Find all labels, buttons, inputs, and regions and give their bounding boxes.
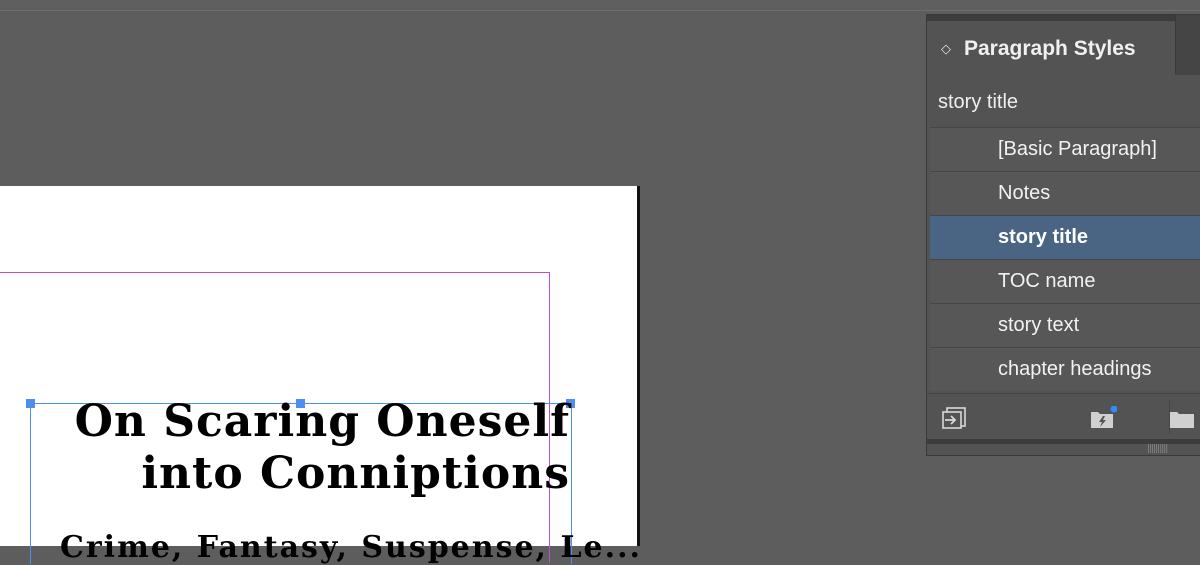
frame-handle-top-left[interactable] [26,399,35,408]
style-item-label: [Basic Paragraph] [998,138,1157,160]
style-item-toc-name[interactable]: TOC name [930,259,1200,303]
panel-title[interactable]: Paragraph Styles [964,37,1136,61]
style-item-label: story title [998,226,1089,248]
panel-tab-adjacent[interactable] [1175,15,1200,75]
paragraph-styles-panel: ◇ Paragraph Styles story title [Basic Pa… [926,14,1200,456]
panel-header[interactable]: ◇ Paragraph Styles [927,15,1200,83]
style-item-chapter-headings[interactable]: chapter headings [930,347,1200,391]
style-list: [Basic Paragraph] Notes story title TOC … [930,127,1200,391]
style-item-notes[interactable]: Notes [930,171,1200,215]
style-item-basic-paragraph[interactable]: [Basic Paragraph] [930,127,1200,171]
style-item-label: TOC name [998,270,1096,292]
story-title-text[interactable]: On Scaring Oneself into Conniptions [40,396,570,500]
story-subtitle-text[interactable]: Crime, Fantasy, Suspense, Le... [60,530,642,565]
new-group-folder-icon[interactable] [1168,406,1196,430]
style-item-story-title[interactable]: story title [930,215,1200,259]
panel-footer [927,393,1200,440]
style-item-label: chapter headings [998,358,1152,380]
new-style-group-quick-apply-icon[interactable] [1089,406,1117,430]
load-styles-icon[interactable] [941,406,969,430]
current-style-label: story title [938,91,1019,113]
style-item-label: Notes [998,182,1051,204]
collapse-expand-icon[interactable]: ◇ [941,42,951,58]
top-edge-bar [0,0,1200,11]
style-item-story-text[interactable]: story text [930,303,1200,347]
style-item-label: story text [998,314,1080,336]
panel-tab-strip [927,15,1200,21]
resize-grip-icon[interactable]: |||||||||| [1147,444,1168,454]
